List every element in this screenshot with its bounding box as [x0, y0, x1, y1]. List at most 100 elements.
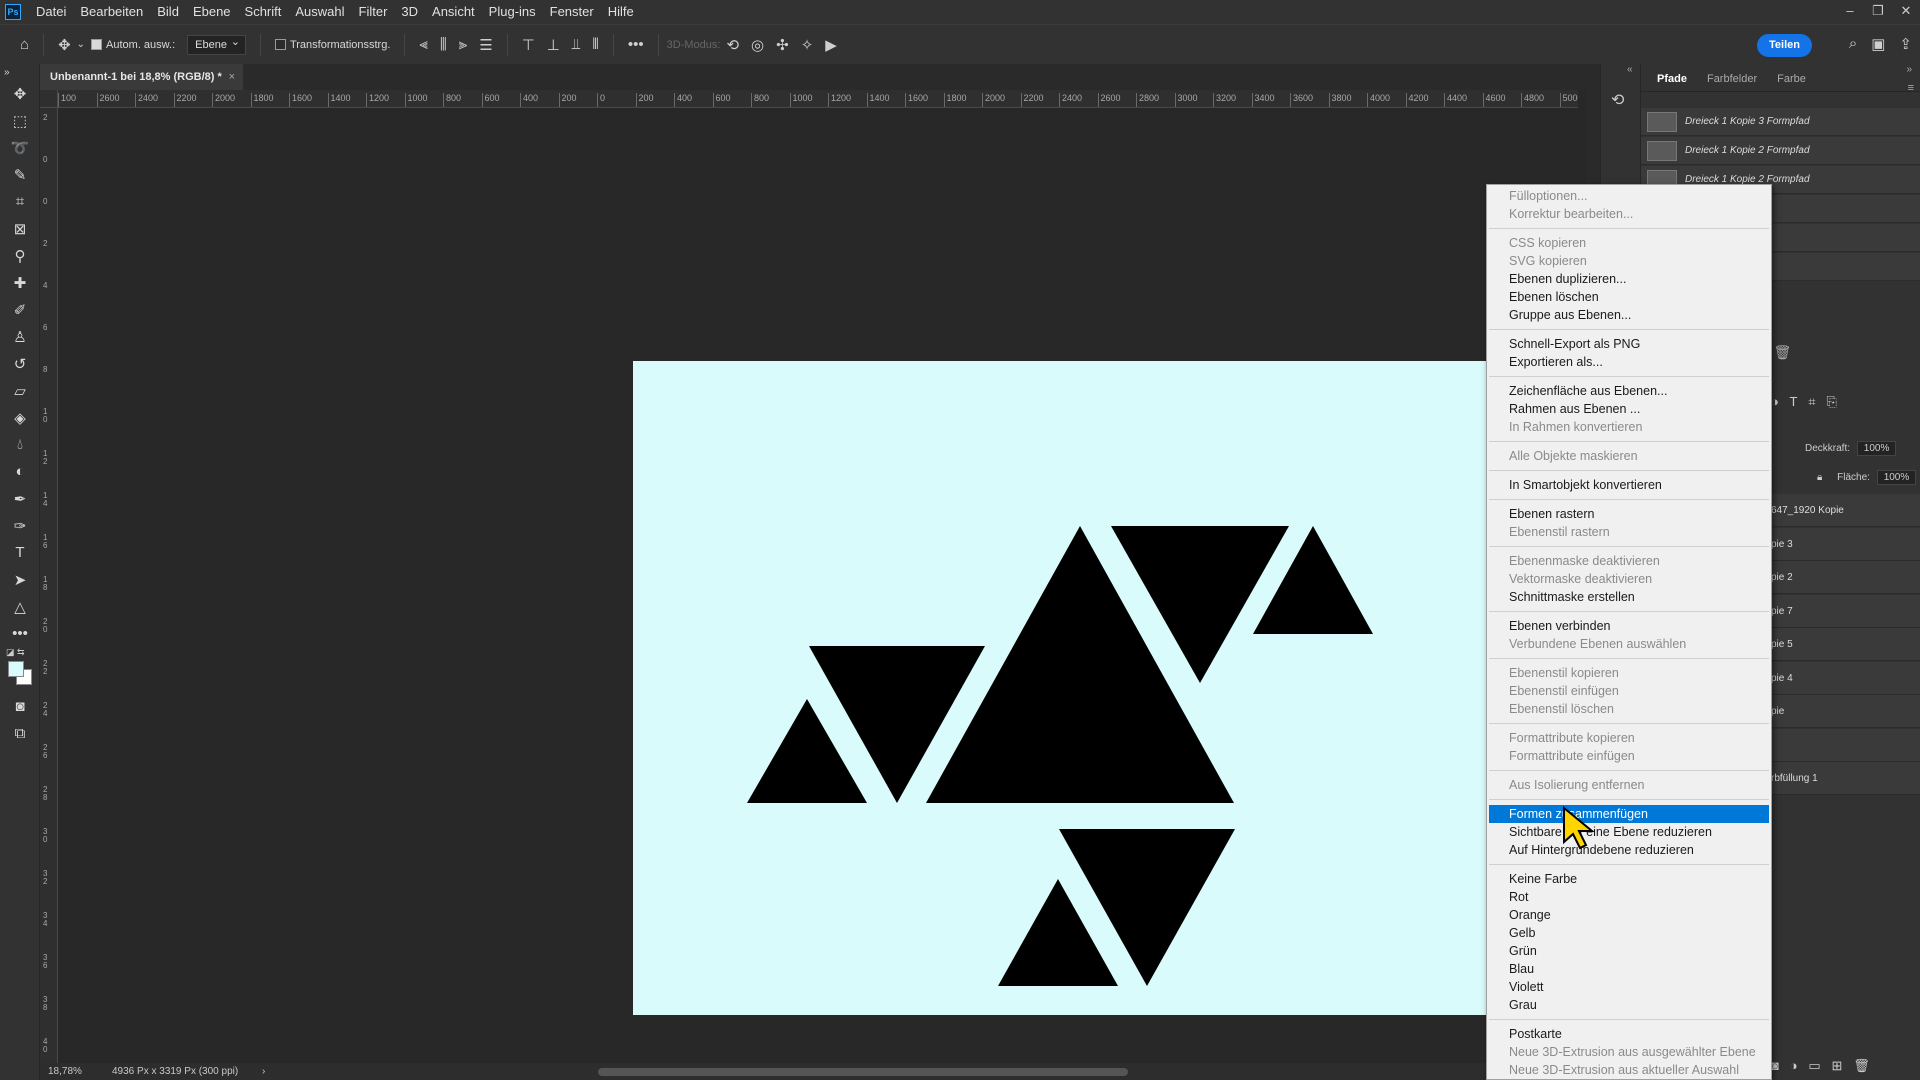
horizontal-scrollbar[interactable]: [598, 1068, 1128, 1076]
collapse-tools-icon[interactable]: »: [0, 64, 40, 80]
ruler-origin[interactable]: [40, 90, 58, 108]
history-brush-tool-icon[interactable]: ↺: [0, 350, 40, 377]
shape-tool-icon[interactable]: △: [0, 593, 40, 620]
menu-item[interactable]: 3D: [394, 0, 425, 24]
shape-filter-icon[interactable]: ⌗: [1808, 394, 1815, 409]
more-options-icon[interactable]: •••: [628, 36, 644, 53]
status-menu-arrow-icon[interactable]: ›: [262, 1063, 265, 1080]
lock-icon[interactable]: 🔒︎: [1817, 472, 1822, 483]
canvas-area[interactable]: [59, 109, 1593, 1063]
context-menu-item[interactable]: Postkarte: [1487, 1025, 1771, 1043]
paint-bucket-tool-icon[interactable]: ◈: [0, 404, 40, 431]
screen-mode-icon[interactable]: ⧉: [0, 720, 40, 747]
menu-item[interactable]: Schrift: [238, 0, 289, 24]
adjustment-layer-icon[interactable]: ◑: [1790, 1058, 1798, 1073]
document-tab[interactable]: Unbenannt-1 bei 18,8% (RGB/8) * ×: [40, 64, 243, 90]
smartobject-filter-icon[interactable]: ⎘: [1826, 394, 1836, 409]
context-menu-item[interactable]: Sichtbare auf eine Ebene reduzieren: [1487, 823, 1771, 841]
menu-item[interactable]: Bearbeiten: [73, 0, 150, 24]
fill-input[interactable]: 100%: [1876, 470, 1917, 485]
search-icon[interactable]: ⌕: [1849, 35, 1857, 53]
type-tool-icon[interactable]: T: [0, 539, 40, 566]
close-window-button[interactable]: ✕: [1892, 0, 1920, 24]
more-tools-icon[interactable]: •••: [0, 620, 40, 647]
lasso-tool-icon[interactable]: ➰: [0, 134, 40, 161]
context-menu-item[interactable]: Ebenen löschen: [1487, 288, 1771, 306]
context-menu-item[interactable]: Zeichenfläche aus Ebenen...: [1487, 382, 1771, 400]
minimize-button[interactable]: –: [1836, 0, 1864, 24]
transform-controls-checkbox[interactable]: Transformationsstrg.: [274, 39, 390, 51]
horizontal-ruler[interactable]: 100 2600 2400 2200 2000 1800 1600 1400 1200 1000 8…: [58, 90, 1578, 108]
vertical-ruler[interactable]: 2 0 0 2 4 6 8 1 0 1 2 1 4 1 6 1 8 2 0 2 2 2 4 2 6 2 8 3 0…: [40, 108, 58, 1063]
auto-select-dropdown[interactable]: Ebene: [187, 33, 246, 55]
add-mask-icon[interactable]: ◙: [1771, 1058, 1779, 1073]
move-tool-preset-icon[interactable]: ✥: [58, 36, 71, 54]
tab-swatches[interactable]: Farbfelder: [1697, 73, 1767, 91]
align-middle-icon[interactable]: ⊥: [547, 36, 560, 54]
pen-tool-icon[interactable]: ✒: [0, 485, 40, 512]
context-menu-item[interactable]: Rot: [1487, 888, 1771, 906]
menu-item[interactable]: Filter: [352, 0, 395, 24]
context-menu-item[interactable]: Rahmen aus Ebenen ...: [1487, 400, 1771, 418]
delete-path-icon[interactable]: 🗑︎: [1773, 344, 1791, 360]
align-top-icon[interactable]: ⊤: [522, 36, 535, 54]
align-center-icon[interactable]: ⫼: [440, 36, 447, 53]
expand-panels-icon[interactable]: »: [1906, 64, 1912, 75]
align-right-icon[interactable]: ⫸: [459, 36, 467, 53]
frame-tool-icon[interactable]: ⊠: [0, 215, 40, 242]
new-group-icon[interactable]: ▭: [1808, 1058, 1820, 1073]
blur-tool-icon[interactable]: 💧︎: [0, 431, 40, 458]
eyedropper-tool-icon[interactable]: ⚲: [0, 242, 40, 269]
new-layer-icon[interactable]: ⊞: [1832, 1058, 1843, 1073]
context-menu-item[interactable]: Ebenen rastern: [1487, 505, 1771, 523]
move-tool-icon[interactable]: ✥: [0, 80, 40, 107]
menu-item[interactable]: Ebene: [186, 0, 238, 24]
context-menu-item[interactable]: Schnell-Export als PNG: [1487, 335, 1771, 353]
context-menu-item[interactable]: Ebenen duplizieren...: [1487, 270, 1771, 288]
tab-paths[interactable]: Pfade: [1647, 73, 1697, 91]
share-button[interactable]: Teilen: [1757, 34, 1812, 57]
context-menu-item[interactable]: Ebenen verbinden: [1487, 617, 1771, 635]
auto-select-checkbox[interactable]: Autom. ausw.:: [91, 39, 175, 51]
context-menu-item[interactable]: Formen zusammenfügen: [1489, 805, 1769, 823]
close-tab-icon[interactable]: ×: [229, 64, 235, 90]
type-filter-icon[interactable]: T: [1789, 394, 1797, 409]
crop-tool-icon[interactable]: ⌗: [0, 188, 40, 215]
distribute-icon[interactable]: ☰: [479, 36, 492, 54]
zoom-level[interactable]: 18,78%: [48, 1063, 82, 1080]
menu-item[interactable]: Bild: [150, 0, 186, 24]
context-menu-item[interactable]: In Smartobjekt konvertieren: [1487, 476, 1771, 494]
tab-color[interactable]: Farbe: [1767, 73, 1816, 91]
context-menu-item[interactable]: Keine Farbe: [1487, 870, 1771, 888]
opacity-input[interactable]: 100%: [1856, 441, 1897, 456]
path-selection-tool-icon[interactable]: ➤: [0, 566, 40, 593]
chevron-down-icon[interactable]: ⌄: [77, 39, 85, 50]
menu-item[interactable]: Fenster: [543, 0, 601, 24]
panel-menu-icon[interactable]: ≡: [1908, 82, 1914, 94]
menu-item[interactable]: Datei: [29, 0, 73, 24]
menu-item[interactable]: Plug-ins: [482, 0, 543, 24]
freeform-pen-tool-icon[interactable]: ✑: [0, 512, 40, 539]
quick-mask-icon[interactable]: ◙: [0, 693, 40, 720]
context-menu-item[interactable]: Grün: [1487, 942, 1771, 960]
workspace-icon[interactable]: ▣: [1871, 35, 1885, 53]
restore-button[interactable]: ❐: [1864, 0, 1892, 24]
export-share-icon[interactable]: ⇪: [1899, 35, 1912, 53]
menu-item[interactable]: Ansicht: [425, 0, 482, 24]
align-bottom-icon[interactable]: ⫫: [572, 36, 580, 53]
clone-stamp-tool-icon[interactable]: ♙: [0, 323, 40, 350]
swap-colors-icon[interactable]: ◪ ⇆: [6, 647, 25, 658]
context-menu-item[interactable]: Schnittmaske erstellen: [1487, 588, 1771, 606]
history-panel-icon[interactable]: ⟲: [1611, 90, 1624, 110]
collapse-panels-icon[interactable]: «: [1627, 64, 1633, 75]
delete-layer-icon[interactable]: 🗑︎: [1853, 1058, 1870, 1073]
document-canvas[interactable]: [633, 361, 1593, 1015]
context-menu-item[interactable]: Gelb: [1487, 924, 1771, 942]
eraser-tool-icon[interactable]: ▱: [0, 377, 40, 404]
context-menu-item[interactable]: Blau: [1487, 960, 1771, 978]
adjustment-filter-icon[interactable]: ◑: [1771, 394, 1779, 409]
context-menu-item[interactable]: Violett: [1487, 978, 1771, 996]
path-row[interactable]: Dreieck 1 Kopie 2 Formpfad: [1641, 137, 1920, 165]
home-icon[interactable]: ⌂: [20, 36, 29, 53]
healing-brush-tool-icon[interactable]: ✚: [0, 269, 40, 296]
